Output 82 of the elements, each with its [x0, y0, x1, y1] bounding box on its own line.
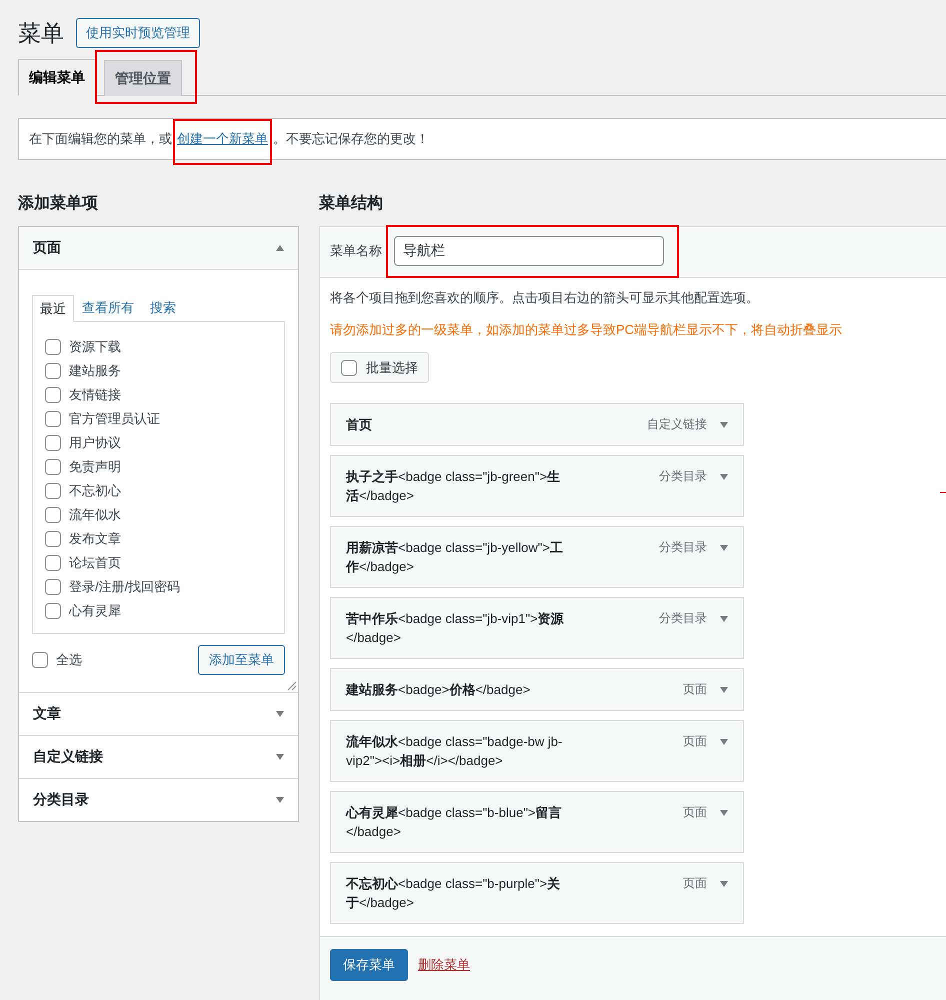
checkbox-label: 免责声明 [69, 458, 121, 476]
section-heading: 菜单结构 [319, 194, 384, 214]
checkbox-label: 官方管理员认证 [69, 410, 160, 428]
checkbox[interactable] [341, 360, 357, 376]
resize-grip-icon[interactable] [287, 681, 297, 691]
checkbox[interactable] [45, 482, 61, 498]
checkbox[interactable] [32, 652, 48, 668]
item-type-label: 页面 [683, 733, 707, 750]
tab[interactable]: 管理位置 [104, 60, 182, 96]
item-type-label: 分类目录 [659, 610, 707, 627]
annotation-mark [940, 492, 946, 493]
menu-item-bar[interactable]: 执子之手<badge class="jb-green">生活</badge> 分类目录 [330, 455, 744, 517]
menu-name-field[interactable]: 导航栏 [394, 236, 664, 266]
accordion-header[interactable]: 页面 [19, 227, 298, 270]
menu-item-bar[interactable]: 建站服务<badge>价格</badge> 页面 [330, 668, 744, 711]
warning-text: 请勿添加过多的一级菜单，如添加的菜单过多导致PC端导航栏显示不下，将自动折叠显示 [330, 321, 844, 339]
checkbox[interactable] [45, 458, 61, 474]
menu-item-bar[interactable]: 不忘初心<badge class="b-purple">关于</badge> 页面 [330, 862, 744, 924]
checkbox-label: 友情链接 [69, 386, 121, 404]
expand-arrow-icon[interactable] [720, 474, 728, 480]
checkbox[interactable] [45, 578, 61, 594]
checkbox[interactable] [45, 434, 61, 450]
expand-arrow-icon[interactable] [720, 616, 728, 622]
checkbox[interactable] [45, 554, 61, 570]
item-type-label: 自定义链接 [647, 416, 707, 433]
notice-text: 在下面编辑您的菜单，或 [29, 131, 172, 146]
menu-item-title: 执子之手<badge class="jb-green">生活</badge> [346, 468, 562, 505]
tab[interactable]: 最近 [32, 295, 74, 322]
item-type-label: 页面 [683, 804, 707, 821]
save-menu-button[interactable]: 保存菜单 [330, 949, 408, 981]
item-type-label: 页面 [683, 875, 707, 892]
preview-button[interactable]: 使用实时预览管理 [76, 18, 200, 48]
menu-item-title: 苦中作乐<badge class="jb-vip1">资源</badge> [346, 610, 565, 647]
menu-item-bar[interactable]: 用薪凉苦<badge class="jb-yellow">工作</badge> 分类目录 [330, 526, 744, 588]
checkbox[interactable] [45, 338, 61, 354]
menu-item-bar[interactable]: 心有灵犀<badge class="b-blue">留言</badge> 页面 [330, 791, 744, 853]
checkbox-label: 全选 [56, 651, 82, 669]
menu-item-title: 流年似水<badge class="badge-bw jb-vip2"><i>相册</i></badge> [346, 733, 564, 770]
delete-menu-link[interactable]: 删除菜单 [418, 956, 470, 974]
menu-item-title: 不忘初心<badge class="b-purple">关于</badge> [346, 875, 562, 912]
tab[interactable]: 搜索 [142, 295, 184, 321]
checkbox-label: 论坛首页 [69, 554, 121, 572]
checkbox[interactable] [45, 602, 61, 618]
checkbox-label: 发布文章 [69, 530, 121, 548]
checkbox-label: 心有灵犀 [69, 602, 121, 620]
instructions-text: 将各个项目拖到您喜欢的顺序。点击项目右边的箭头可显示其他配置选项。 [330, 289, 760, 307]
add-to-menu-button[interactable]: 添加至菜单 [198, 645, 285, 675]
checkbox-label: 流年似水 [69, 506, 121, 524]
menu-item-bar[interactable]: 苦中作乐<badge class="jb-vip1">资源</badge> 分类目录 [330, 597, 744, 659]
checkbox-label: 登录/注册/找回密码 [69, 578, 180, 596]
checkbox[interactable] [45, 410, 61, 426]
expand-arrow-icon[interactable] [720, 881, 728, 887]
checkbox-label: 用户协议 [69, 434, 121, 452]
expand-arrow-icon[interactable] [720, 687, 728, 693]
tab[interactable]: 查看所有 [74, 295, 142, 321]
checkbox-label: 不忘初心 [69, 482, 121, 500]
menu-item-bar[interactable]: 首页 自定义链接 [330, 403, 744, 446]
page-title: 菜单 [18, 19, 64, 48]
field-label: 菜单名称 [330, 242, 382, 260]
tab[interactable]: 编辑菜单 [18, 59, 96, 96]
menu-item-title: 建站服务<badge>价格</badge> [346, 681, 532, 699]
checkbox[interactable] [45, 530, 61, 546]
item-type-label: 分类目录 [659, 468, 707, 485]
checkbox[interactable] [45, 362, 61, 378]
expand-arrow-icon[interactable] [720, 422, 728, 428]
item-type-label: 分类目录 [659, 539, 707, 556]
menu-item-title: 心有灵犀<badge class="b-blue">留言</badge> [346, 804, 563, 841]
checkbox-label: 建站服务 [69, 362, 121, 380]
menu-item-title: 用薪凉苦<badge class="jb-yellow">工作</badge> [346, 539, 564, 576]
checkbox-label: 资源下载 [69, 338, 121, 356]
item-type-label: 页面 [683, 681, 707, 698]
section-heading: 添加菜单项 [18, 194, 99, 214]
menu-item-bar[interactable]: 流年似水<badge class="badge-bw jb-vip2"><i>相册</i></badge> 页面 [330, 720, 744, 782]
menu-item-title: 首页 [346, 416, 373, 434]
expand-arrow-icon[interactable] [720, 739, 728, 745]
expand-arrow-icon[interactable] [720, 810, 728, 816]
create-menu-link[interactable]: 创建一个新菜单 [177, 131, 268, 146]
checkbox[interactable] [45, 506, 61, 522]
bulk-select-button[interactable]: 批量选择 [330, 352, 429, 383]
expand-arrow-icon[interactable] [720, 545, 728, 551]
notice-text: 。不要忘记保存您的更改！ [273, 131, 429, 146]
checkbox[interactable] [45, 386, 61, 402]
